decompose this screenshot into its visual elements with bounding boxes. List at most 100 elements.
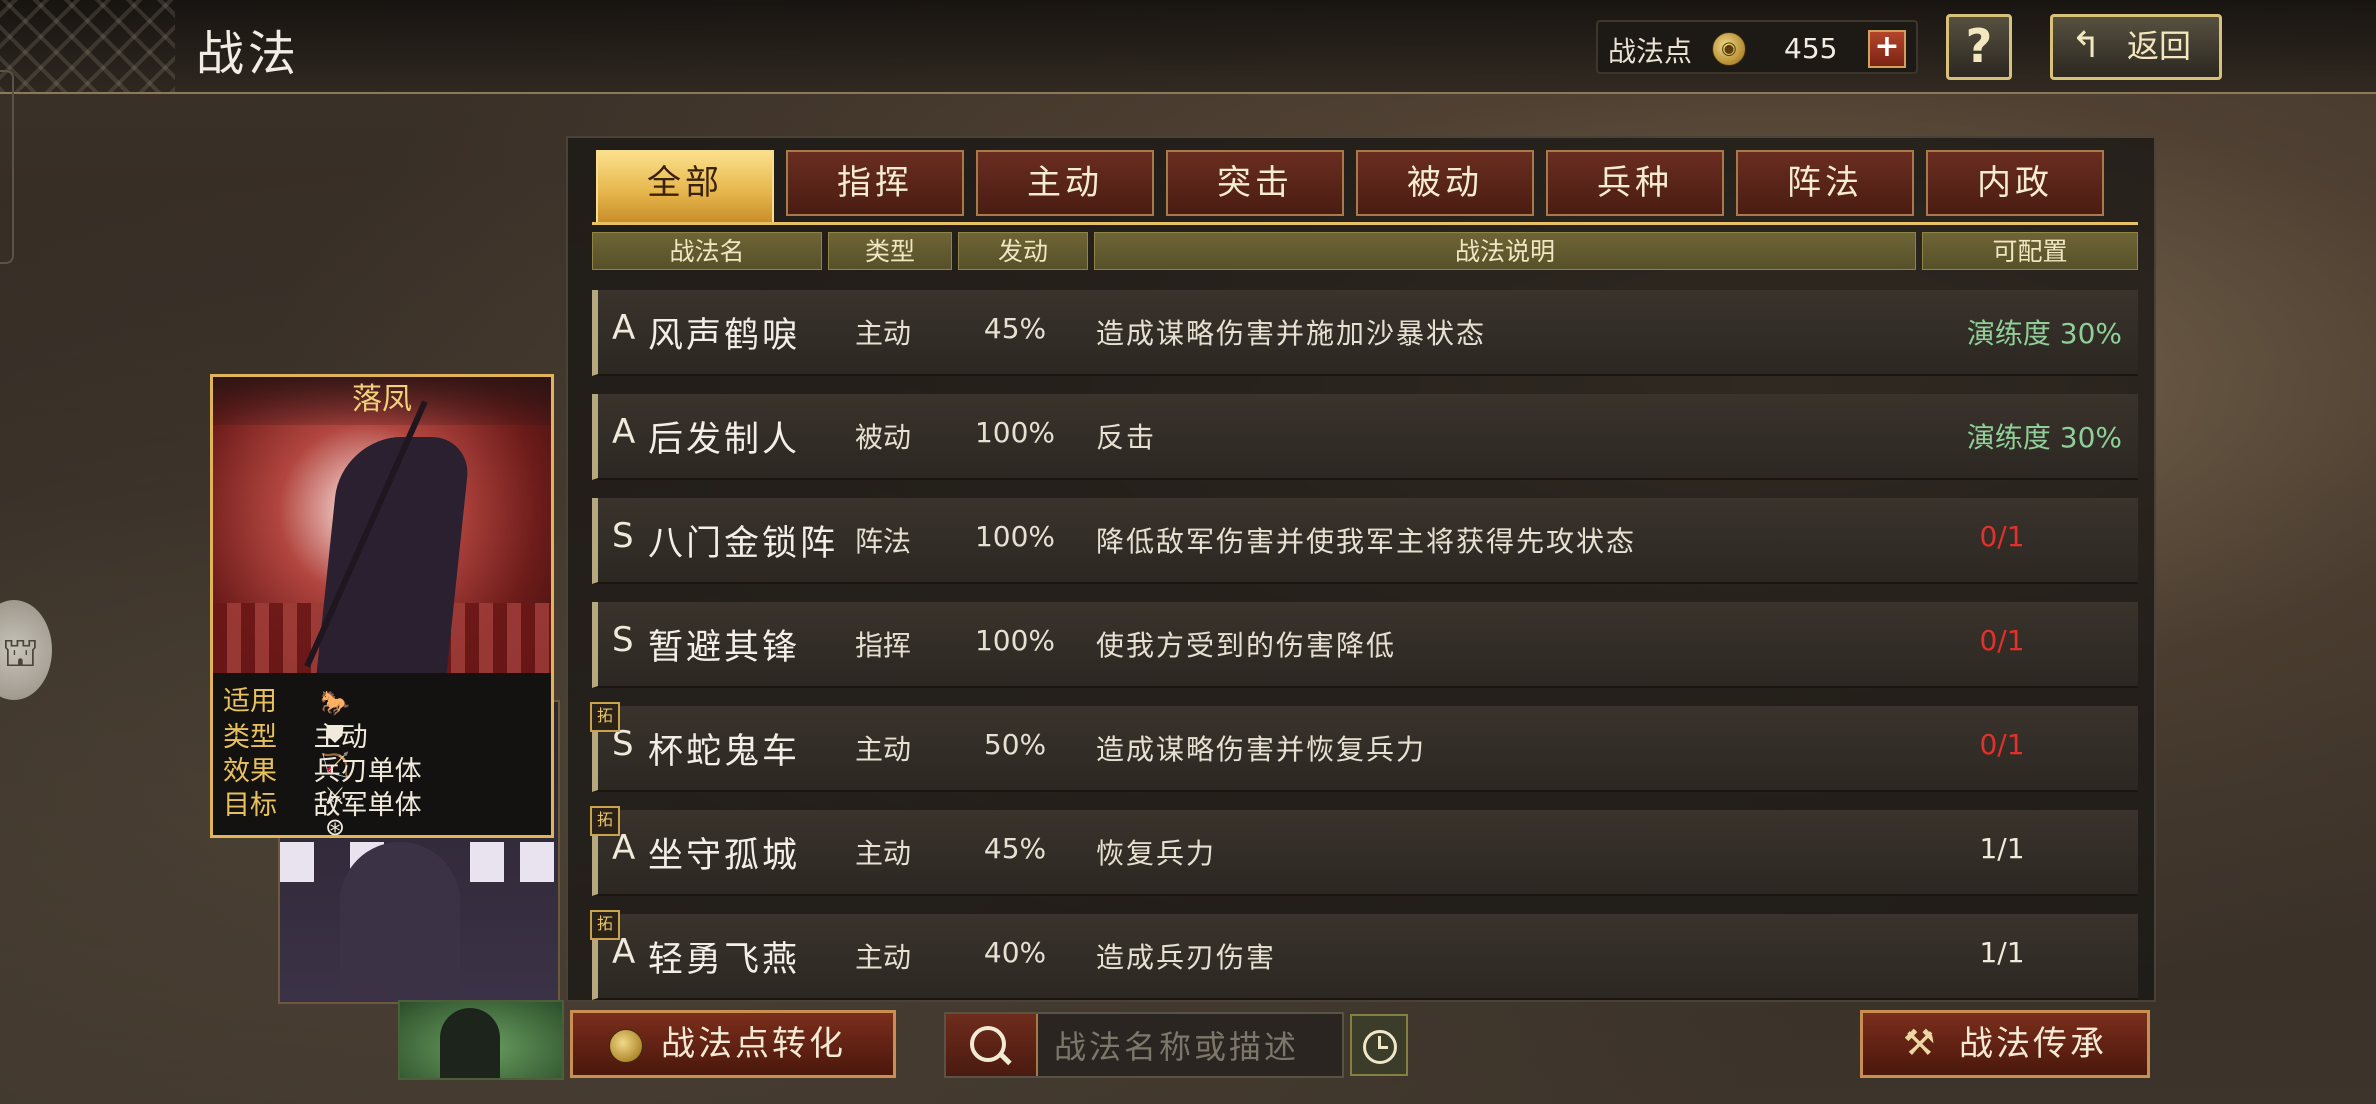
card-back-rider — [398, 1000, 564, 1080]
tab-active[interactable]: 主动 — [976, 150, 1154, 216]
skill-row[interactable]: A 后发制人 被动 100% 反击 演练度 30% — [592, 394, 2138, 480]
skill-grade: A — [612, 308, 636, 348]
inherit-skill-label: 战法传承 — [1959, 1024, 2107, 1064]
skill-config-status: 1/1 — [1979, 936, 2025, 969]
skill-name: 坐守孤城 — [648, 836, 801, 876]
skill-config-status: 0/1 — [1979, 624, 2025, 657]
skill-points-coin-icon: ◉ — [1712, 32, 1746, 66]
side-menu-button[interactable]: ⛫ — [0, 600, 52, 700]
column-header-config[interactable]: 可配置 — [1922, 232, 2138, 270]
fortress-merlon — [280, 842, 314, 882]
hammer-icon: ⚒ — [1903, 1023, 1936, 1064]
skill-card-name: 落凤 — [213, 377, 551, 425]
convert-points-label: 战法点转化 — [661, 1024, 846, 1064]
skill-card-info: 适用 🐎⛊🏹⚔⊛ 类型 主动 效果 兵刃单体 目标 敌军单体 — [213, 673, 551, 835]
tab-formation[interactable]: 阵法 — [1736, 150, 1914, 216]
category-tabs: 全部 指挥 主动 突击 被动 兵种 阵法 内政 — [596, 150, 2136, 224]
skill-config-status: 演练度 30% — [1966, 421, 2122, 454]
skill-row[interactable]: A 坐守孤城 主动 45% 恢复兵力 1/1 拓 — [590, 806, 2138, 896]
skill-description: 造成谋略伤害并施加沙暴状态 — [1096, 317, 1487, 350]
search-box — [944, 1012, 1344, 1078]
expand-badge: 拓 — [590, 702, 620, 732]
skill-activation-rate: 100% — [974, 624, 1056, 657]
skill-row[interactable]: S 暂避其锋 指挥 100% 使我方受到的伤害降低 0/1 — [592, 602, 2138, 688]
card-apply-row: 适用 🐎⛊🏹⚔⊛ — [223, 679, 350, 835]
page-title: 战法 — [196, 26, 301, 82]
skill-config-status: 演练度 30% — [1966, 317, 2122, 350]
column-header-type[interactable]: 类型 — [828, 232, 952, 270]
skill-type: 主动 — [854, 733, 911, 766]
skill-config-status: 0/1 — [1979, 728, 2025, 761]
skill-activation-rate: 45% — [983, 832, 1047, 865]
skill-card-art: 落凤 — [213, 377, 551, 673]
card-apply-label: 适用 — [223, 686, 277, 717]
column-headers: 战法名 类型 发动 战法说明 可配置 — [592, 232, 2138, 272]
header-pattern — [0, 0, 175, 92]
cavalry-icon: 🐎 — [320, 689, 350, 717]
skill-grade: A — [612, 412, 636, 452]
back-arrow-icon: ↰ — [2071, 25, 2102, 66]
column-header-description: 战法说明 — [1094, 232, 1916, 270]
tab-all[interactable]: 全部 — [596, 150, 774, 224]
skill-activation-rate: 100% — [974, 416, 1056, 449]
skill-type: 主动 — [854, 941, 911, 974]
card-target-value: 敌军单体 — [313, 790, 422, 821]
tab-command[interactable]: 指挥 — [786, 150, 964, 216]
skill-list-panel: 全部 指挥 主动 突击 被动 兵种 阵法 内政 战法名 类型 发动 战法说明 可… — [566, 136, 2156, 1002]
skill-description: 降低敌军伤害并使我军主将获得先攻状态 — [1096, 525, 1637, 558]
search-icon[interactable] — [946, 1014, 1038, 1076]
skill-activation-rate: 45% — [983, 312, 1047, 345]
skill-name: 杯蛇鬼车 — [648, 732, 801, 772]
skill-description: 造成兵刃伤害 — [1096, 941, 1277, 974]
skill-config-status: 0/1 — [1979, 520, 2025, 553]
column-header-name[interactable]: 战法名 — [592, 232, 822, 270]
skill-row[interactable]: A 风声鹤唳 主动 45% 造成谋略伤害并施加沙暴状态 演练度 30% — [592, 290, 2138, 376]
card-effect-row: 效果 兵刃单体 — [223, 749, 422, 787]
skill-points-coin-icon — [609, 1029, 643, 1063]
skill-points-label: 战法点 — [1608, 35, 1693, 68]
skill-description: 造成谋略伤害并恢复兵力 — [1096, 733, 1427, 766]
skill-activation-rate: 50% — [983, 728, 1047, 761]
tab-assault[interactable]: 突击 — [1166, 150, 1344, 216]
skill-type: 阵法 — [854, 525, 911, 558]
tab-internal[interactable]: 内政 — [1926, 150, 2104, 216]
inherit-skill-button[interactable]: ⚒ 战法传承 — [1860, 1010, 2150, 1078]
skill-description: 使我方受到的伤害降低 — [1096, 629, 1397, 662]
convert-points-button[interactable]: 战法点转化 — [570, 1010, 896, 1078]
skill-row[interactable]: S 杯蛇鬼车 主动 50% 造成谋略伤害并恢复兵力 0/1 拓 — [590, 702, 2138, 792]
tab-troop[interactable]: 兵种 — [1546, 150, 1724, 216]
skill-points-value: 455 — [1784, 32, 1838, 65]
skill-row[interactable]: A 轻勇飞燕 主动 40% 造成兵刃伤害 1/1 拓 — [590, 910, 2138, 1000]
left-side-tab[interactable] — [0, 70, 14, 264]
back-button[interactable]: ↰ 返回 — [2050, 14, 2222, 80]
skill-name: 轻勇飞燕 — [648, 940, 801, 980]
fortress-merlon — [520, 842, 554, 882]
skill-description: 恢复兵力 — [1096, 837, 1217, 870]
tab-passive[interactable]: 被动 — [1356, 150, 1534, 216]
skill-name: 后发制人 — [648, 420, 801, 460]
skill-points-box: 战法点 ◉ 455 + — [1596, 20, 1918, 74]
card-figure-silhouette — [340, 842, 460, 1000]
skill-grade: S — [612, 620, 634, 660]
skill-config-status: 1/1 — [1979, 832, 2025, 865]
add-points-button[interactable]: + — [1868, 30, 1906, 68]
selected-skill-card[interactable]: 落凤 适用 🐎⛊🏹⚔⊛ 类型 主动 效果 兵刃单体 目标 敌军单体 — [210, 374, 554, 838]
skill-type: 被动 — [854, 421, 911, 454]
column-header-rate[interactable]: 发动 — [958, 232, 1088, 270]
skill-row[interactable]: S 八门金锁阵 阵法 100% 降低敌军伤害并使我军主将获得先攻状态 0/1 — [592, 498, 2138, 584]
skill-name: 暂避其锋 — [648, 628, 801, 668]
help-button[interactable]: ? — [1946, 14, 2012, 80]
skill-activation-rate: 100% — [974, 520, 1056, 553]
fortress-merlon — [470, 842, 504, 882]
search-input[interactable] — [1052, 1024, 1336, 1070]
history-clock-button[interactable] — [1350, 1014, 1408, 1076]
skill-type: 主动 — [854, 317, 911, 350]
skill-description: 反击 — [1096, 421, 1157, 454]
back-label: 返回 — [2127, 27, 2192, 65]
card-type-row: 类型 主动 — [223, 715, 368, 753]
card-target-row: 目标 敌军单体 — [223, 783, 422, 821]
skill-type: 主动 — [854, 837, 911, 870]
skill-activation-rate: 40% — [983, 936, 1047, 969]
expand-badge: 拓 — [590, 910, 620, 940]
expand-badge: 拓 — [590, 806, 620, 836]
